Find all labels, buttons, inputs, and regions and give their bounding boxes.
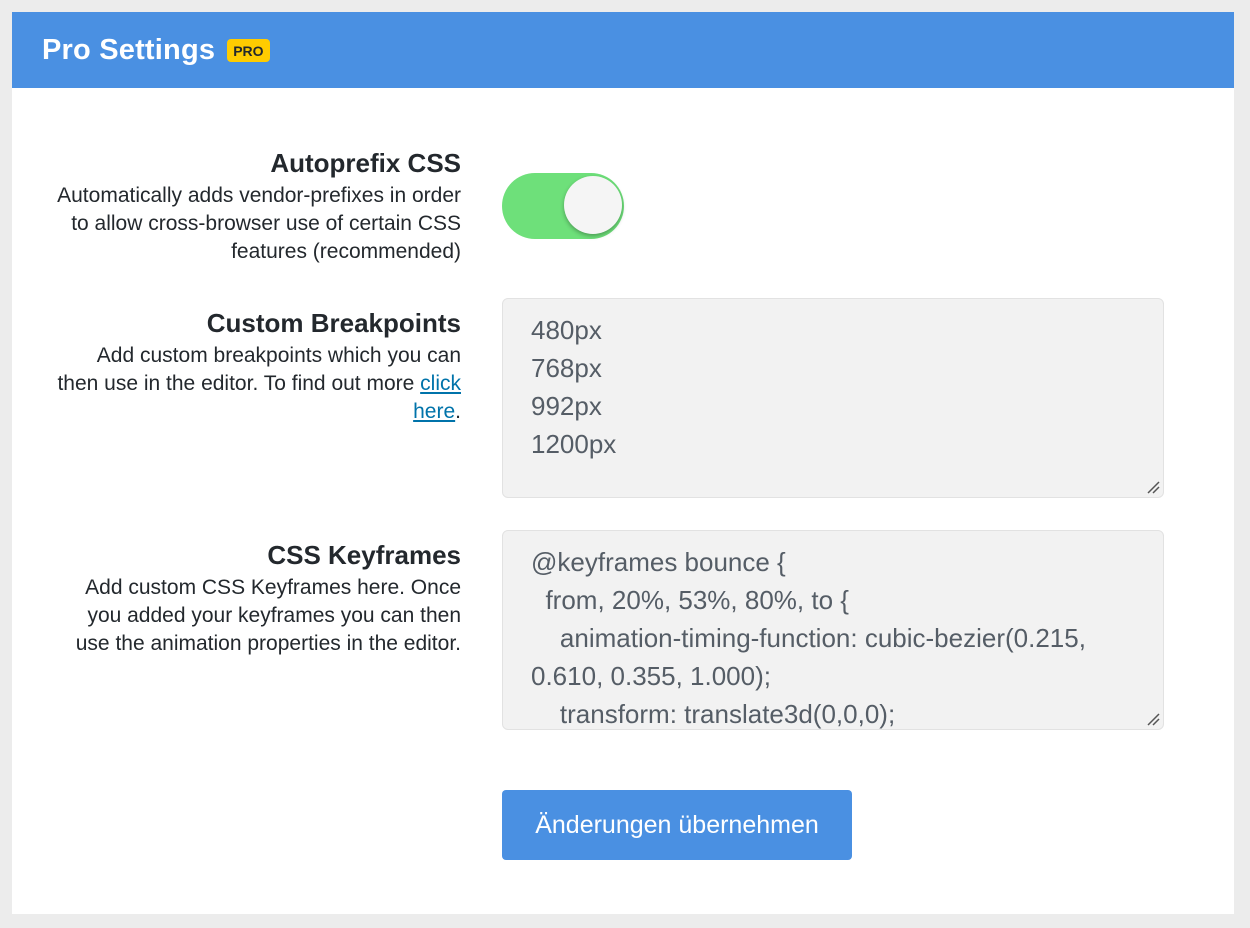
- toggle-knob: [564, 176, 622, 234]
- pro-badge: PRO: [227, 38, 270, 62]
- keyframes-description: Add custom CSS Keyframes here. Once you …: [75, 576, 461, 655]
- keyframes-title: CSS Keyframes: [267, 540, 461, 570]
- resize-grip-icon[interactable]: [1146, 712, 1160, 726]
- autoprefix-title: Autoprefix CSS: [270, 148, 461, 178]
- autoprefix-control: [502, 173, 624, 239]
- pro-settings-panel: Pro Settings PRO Autoprefix CSS Automati…: [12, 12, 1234, 914]
- autoprefix-label-col: Autoprefix CSS Automatically adds vendor…: [52, 146, 461, 266]
- breakpoints-description-end: .: [455, 400, 461, 423]
- breakpoints-title: Custom Breakpoints: [206, 308, 461, 338]
- save-changes-button[interactable]: Änderungen übernehmen: [502, 790, 852, 860]
- click-here-link[interactable]: click here: [413, 372, 461, 423]
- breakpoints-textarea[interactable]: 480px 768px 992px 1200px: [502, 298, 1164, 498]
- breakpoints-description-text: Add custom breakpoints which you can the…: [57, 344, 461, 395]
- keyframes-textarea[interactable]: @keyframes bounce { from, 20%, 53%, 80%,…: [502, 530, 1164, 730]
- autoprefix-description: Automatically adds vendor-prefixes in or…: [57, 184, 461, 263]
- breakpoints-description: Add custom breakpoints which you can the…: [52, 342, 461, 426]
- panel-header: Pro Settings PRO: [12, 12, 1234, 88]
- breakpoints-control: 480px 768px 992px 1200px: [502, 298, 1164, 498]
- keyframes-label-col: CSS Keyframes Add custom CSS Keyframes h…: [52, 538, 461, 658]
- page-title: Pro Settings: [42, 33, 216, 66]
- keyframes-control: @keyframes bounce { from, 20%, 53%, 80%,…: [502, 530, 1164, 730]
- breakpoints-label-col: Custom Breakpoints Add custom breakpoint…: [52, 306, 461, 426]
- resize-grip-icon[interactable]: [1146, 480, 1160, 494]
- autoprefix-toggle[interactable]: [502, 173, 624, 239]
